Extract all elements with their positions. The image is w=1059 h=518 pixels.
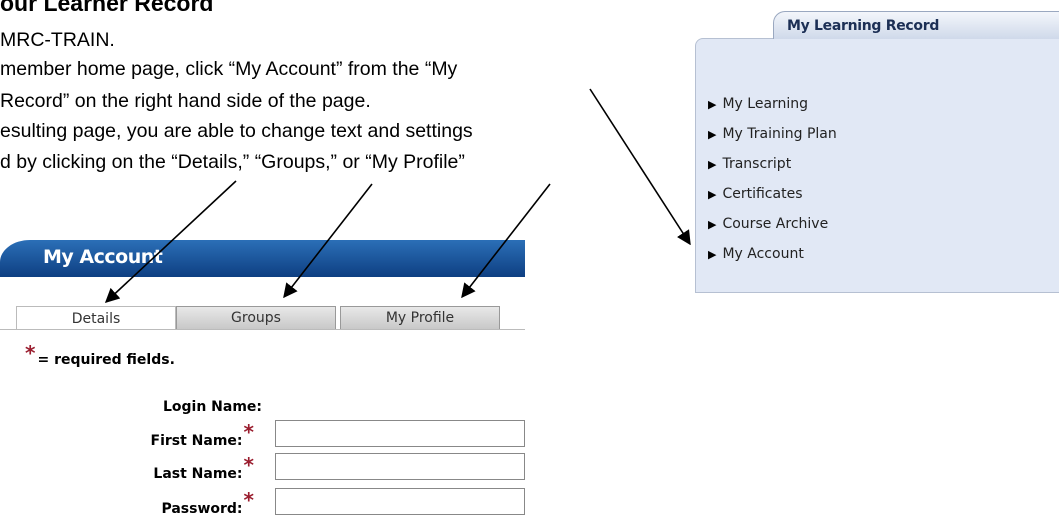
arrow-to-my-account-link [589, 88, 691, 246]
my-account-header: My Account [0, 240, 525, 277]
required-star-icon: * [25, 341, 36, 365]
tab-groups[interactable]: Groups [176, 306, 336, 330]
play-triangle-icon: ▶ [708, 247, 717, 261]
instruction-line: d by clicking on the “Details,” “Groups,… [0, 151, 465, 173]
play-triangle-icon: ▶ [708, 97, 717, 111]
play-triangle-icon: ▶ [708, 187, 717, 201]
required-note-text: = required fields. [37, 352, 175, 368]
field-label-text: First Name: [150, 433, 243, 449]
play-triangle-icon: ▶ [708, 127, 717, 141]
menu-item-my-account[interactable]: ▶ My Account [708, 239, 837, 269]
menu-item-certificates[interactable]: ▶ Certificates [708, 179, 837, 209]
menu-item-label: Course Archive [722, 216, 829, 232]
field-label-text: Last Name: [153, 466, 243, 482]
menu-item-label: My Learning [722, 96, 809, 112]
required-star-icon: * [243, 488, 254, 512]
learning-record-title: My Learning Record [787, 18, 940, 34]
menu-item-transcript[interactable]: ▶ Transcript [708, 149, 837, 179]
instruction-line: esulting page, you are able to change te… [0, 120, 473, 142]
last-name-input[interactable] [275, 453, 525, 480]
menu-item-label: My Training Plan [722, 126, 837, 142]
required-fields-note: * = required fields. [25, 341, 175, 369]
password-input[interactable] [275, 488, 525, 515]
menu-item-my-learning[interactable]: ▶ My Learning [708, 89, 837, 119]
tab-divider [0, 329, 525, 330]
instruction-line: MRC-TRAIN. [0, 29, 115, 51]
play-triangle-icon: ▶ [708, 157, 717, 171]
field-label-text: Login Name: [162, 399, 262, 415]
my-account-title: My Account [43, 246, 163, 268]
menu-item-label: Transcript [722, 156, 792, 172]
menu-item-course-archive[interactable]: ▶ Course Archive [708, 209, 837, 239]
menu-item-my-training-plan[interactable]: ▶ My Training Plan [708, 119, 837, 149]
menu-item-label: Certificates [722, 186, 803, 202]
tab-my-profile[interactable]: My Profile [340, 306, 500, 330]
menu-item-label: My Account [722, 246, 804, 262]
instruction-line: Record” on the right hand side of the pa… [0, 90, 371, 112]
field-label-text: Password: [161, 501, 243, 517]
first-name-input[interactable] [275, 420, 525, 447]
tab-details[interactable]: Details [16, 306, 176, 330]
login-name-label: Login Name: [12, 399, 262, 415]
instruction-line: member home page, click “My Account” fro… [0, 58, 458, 80]
learning-record-tab: My Learning Record [773, 11, 1059, 39]
password-label: Password:* [4, 488, 254, 518]
instruction-title: our Learner Record [0, 0, 214, 16]
required-star-icon: * [243, 420, 254, 444]
first-name-label: First Name:* [4, 420, 254, 450]
learning-record-menu: ▶ My Learning ▶ My Training Plan ▶ Transcri… [708, 89, 837, 269]
play-triangle-icon: ▶ [708, 217, 717, 231]
last-name-label: Last Name:* [4, 453, 254, 483]
required-star-icon: * [243, 453, 254, 477]
